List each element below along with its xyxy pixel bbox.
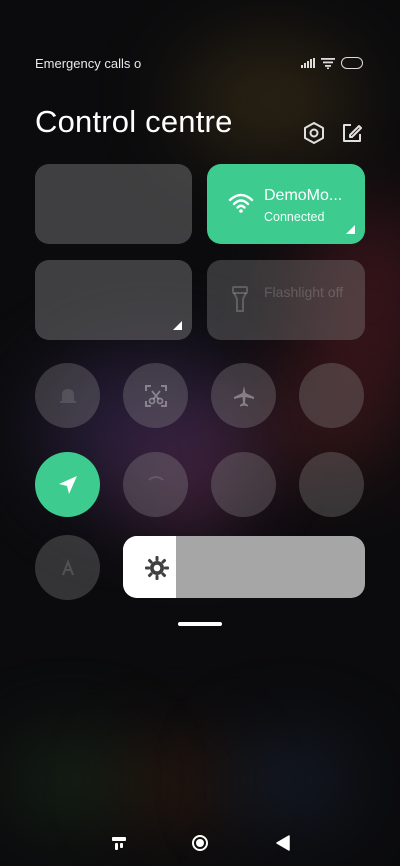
brightness-icon — [145, 556, 169, 580]
recents-icon — [112, 837, 126, 850]
expand-corner-icon[interactable] — [346, 225, 355, 234]
screenshot-icon — [144, 384, 167, 407]
brightness-slider[interactable] — [123, 536, 365, 598]
back-icon — [276, 835, 290, 851]
screenshot-toggle[interactable] — [123, 363, 188, 428]
bluetooth-tile[interactable] — [35, 260, 192, 340]
quick-toggle[interactable] — [299, 363, 364, 428]
auto-brightness-icon — [61, 558, 74, 575]
flashlight-label: Flashlight off — [264, 284, 344, 300]
page-title: Control centre — [35, 104, 233, 139]
quick-toggle[interactable] — [211, 452, 276, 517]
home-button[interactable] — [189, 832, 211, 854]
quick-toggle[interactable] — [299, 452, 364, 517]
carrier-text: Emergency calls o — [35, 56, 141, 71]
status-bar: Emergency calls o — [0, 0, 400, 71]
edit-icon[interactable] — [340, 121, 364, 145]
toggle-icon — [147, 475, 164, 481]
wifi-status-text: Connected — [264, 210, 325, 224]
airplane-mode-toggle[interactable] — [211, 363, 276, 428]
expand-corner-icon[interactable] — [173, 321, 182, 330]
ringer-toggle[interactable] — [35, 363, 100, 428]
location-icon — [58, 475, 77, 494]
flashlight-icon — [232, 286, 248, 312]
back-button[interactable] — [272, 832, 294, 854]
wifi-network-name: DemoMo... — [264, 187, 343, 204]
wifi-icon — [228, 193, 254, 213]
auto-brightness-button[interactable] — [35, 535, 100, 600]
home-icon — [192, 835, 208, 851]
signal-icon — [301, 58, 315, 68]
drag-handle[interactable] — [178, 622, 222, 626]
location-toggle[interactable] — [35, 452, 100, 517]
airplane-icon — [233, 385, 254, 406]
bell-icon — [59, 388, 76, 403]
flashlight-tile[interactable]: Flashlight off — [207, 260, 365, 340]
wifi-icon — [321, 57, 335, 69]
settings-icon[interactable] — [302, 121, 326, 145]
mobile-data-tile[interactable] — [35, 164, 192, 244]
recents-button[interactable] — [108, 832, 130, 854]
status-icons — [301, 56, 363, 70]
battery-icon — [341, 57, 363, 69]
quick-toggle[interactable] — [123, 452, 188, 517]
wifi-tile[interactable]: DemoMo... Connected — [207, 164, 365, 244]
